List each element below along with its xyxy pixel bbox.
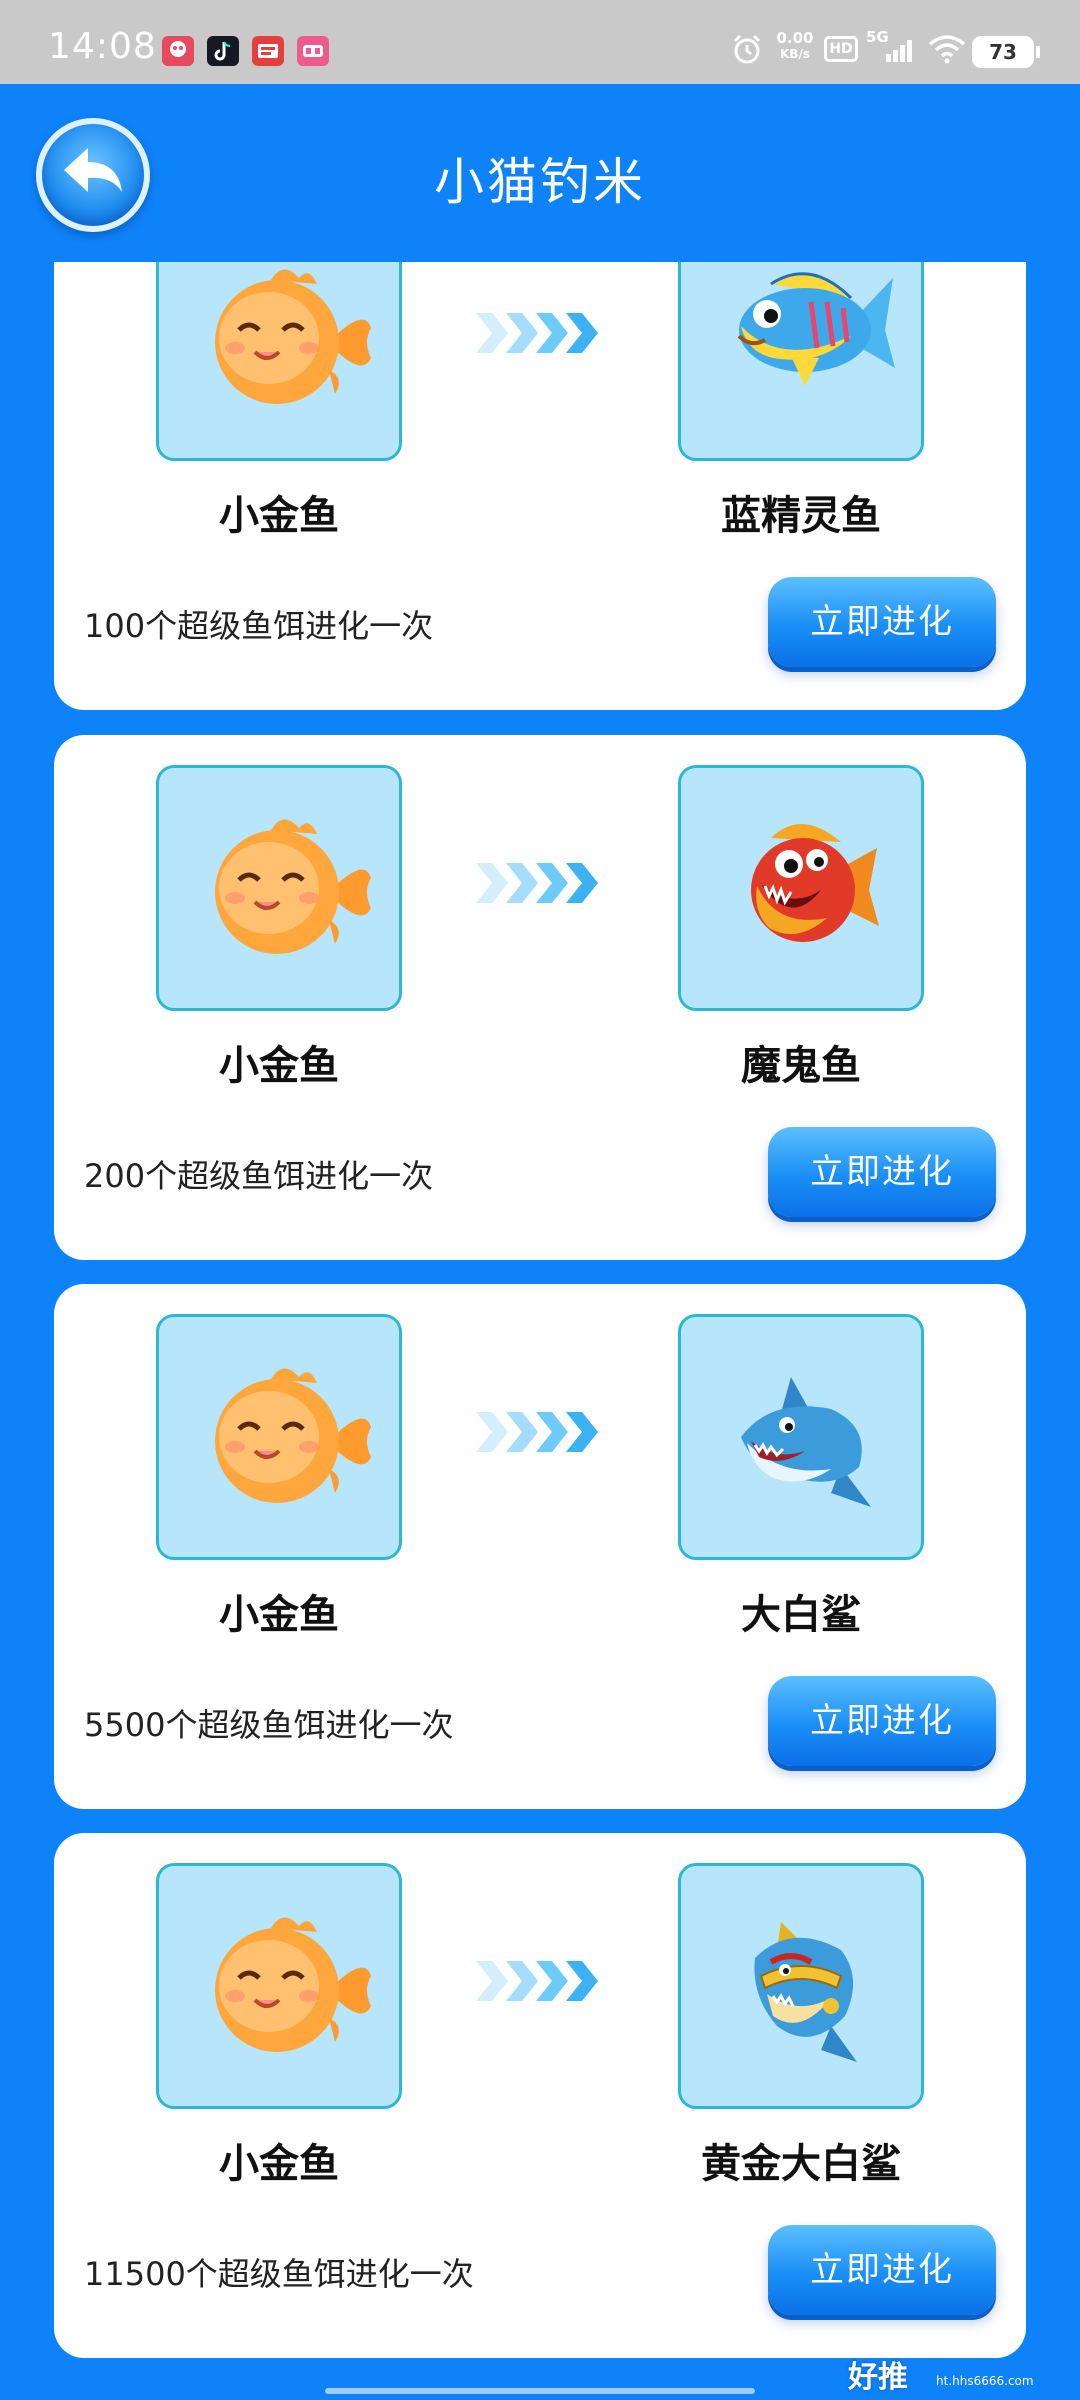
evolve-cost: 11500个超级鱼饵进化一次 xyxy=(84,2255,474,2293)
from-fish-name: 小金鱼 xyxy=(219,1043,339,1089)
to-fish-box xyxy=(678,1314,924,1560)
goldfish-icon xyxy=(215,819,371,954)
evolution-card: 小金鱼 大白鲨 5500个超级鱼饵进化一次 立即进化 xyxy=(54,1284,1026,1809)
app-icon-4 xyxy=(297,36,329,66)
evolve-cost: 5500个超级鱼饵进化一次 xyxy=(84,1706,454,1744)
evolve-arrows-icon xyxy=(476,1961,598,2001)
to-fish-name: 魔鬼鱼 xyxy=(741,1043,861,1089)
hd-badge: HD xyxy=(824,36,858,62)
goldfish-icon xyxy=(215,1917,371,2052)
evolution-card: 小金鱼 魔鬼鱼 200个超级鱼饵进化一次 立即进化 xyxy=(54,735,1026,1260)
net-speed-value: 0.00 xyxy=(776,29,814,47)
to-fish-box xyxy=(678,1863,924,2109)
from-fish-box xyxy=(156,1314,402,1560)
evolution-card: 小金鱼 黄金大白鲨 11500个超级鱼饵进化一次 立即进化 xyxy=(54,1833,1026,2358)
evolve-button[interactable]: 立即进化 xyxy=(768,1676,996,1766)
from-fish-box xyxy=(156,765,402,1011)
battery-icon: 73 xyxy=(972,36,1040,68)
status-time: 14:08 xyxy=(48,26,157,67)
goldfish-icon xyxy=(215,269,371,404)
evolve-button[interactable]: 立即进化 xyxy=(768,577,996,667)
devil-fish-icon xyxy=(751,823,879,942)
evolve-arrows-icon xyxy=(476,863,598,903)
blue-spirit-fish-icon xyxy=(737,272,895,386)
watermark-main: 好推 xyxy=(848,2360,908,2395)
goldfish-icon xyxy=(215,1368,371,1503)
app-icon-1 xyxy=(162,36,194,66)
evolve-arrows-icon xyxy=(476,313,598,353)
header: 小猫钓米 xyxy=(0,84,1080,262)
status-bar: 14:08 0.00 KB/s HD 5G 73 xyxy=(0,0,1080,84)
evolve-arrows-icon xyxy=(476,1412,598,1452)
from-fish-box xyxy=(156,1863,402,2109)
to-fish-name: 黄金大白鲨 xyxy=(701,2141,901,2187)
evolution-list[interactable]: 小金鱼 蓝精灵鱼 100个超级鱼饵进化一次 立即进化 小金鱼 魔鬼鱼 200个超… xyxy=(0,262,1080,2400)
net-speed-unit: KB/s xyxy=(780,47,810,61)
toutiao-icon xyxy=(252,36,284,66)
great-white-shark-icon xyxy=(741,1377,871,1507)
from-fish-name: 小金鱼 xyxy=(219,1592,339,1638)
home-indicator[interactable] xyxy=(325,2388,755,2394)
to-fish-name: 蓝精灵鱼 xyxy=(721,493,881,539)
page-title: 小猫钓米 xyxy=(434,153,646,211)
evolve-button[interactable]: 立即进化 xyxy=(768,2225,996,2315)
watermark-sub: ht.hhs6666.com xyxy=(936,2374,1034,2388)
wifi-icon xyxy=(928,34,966,68)
to-fish-box xyxy=(678,262,924,461)
from-fish-name: 小金鱼 xyxy=(219,493,339,539)
evolution-card: 小金鱼 蓝精灵鱼 100个超级鱼饵进化一次 立即进化 xyxy=(54,262,1026,710)
net-speed: 0.00 KB/s xyxy=(772,30,818,62)
golden-shark-icon xyxy=(754,1922,857,2062)
evolve-cost: 200个超级鱼饵进化一次 xyxy=(84,1157,434,1195)
alarm-icon xyxy=(730,32,764,70)
to-fish-name: 大白鲨 xyxy=(741,1592,861,1638)
evolve-button[interactable]: 立即进化 xyxy=(768,1127,996,1217)
from-fish-name: 小金鱼 xyxy=(219,2141,339,2187)
tiktok-icon xyxy=(207,36,239,66)
watermark: 好推 ht.hhs6666.com xyxy=(848,2352,1058,2395)
from-fish-box xyxy=(156,262,402,461)
to-fish-box xyxy=(678,765,924,1011)
evolve-cost: 100个超级鱼饵进化一次 xyxy=(84,607,434,645)
